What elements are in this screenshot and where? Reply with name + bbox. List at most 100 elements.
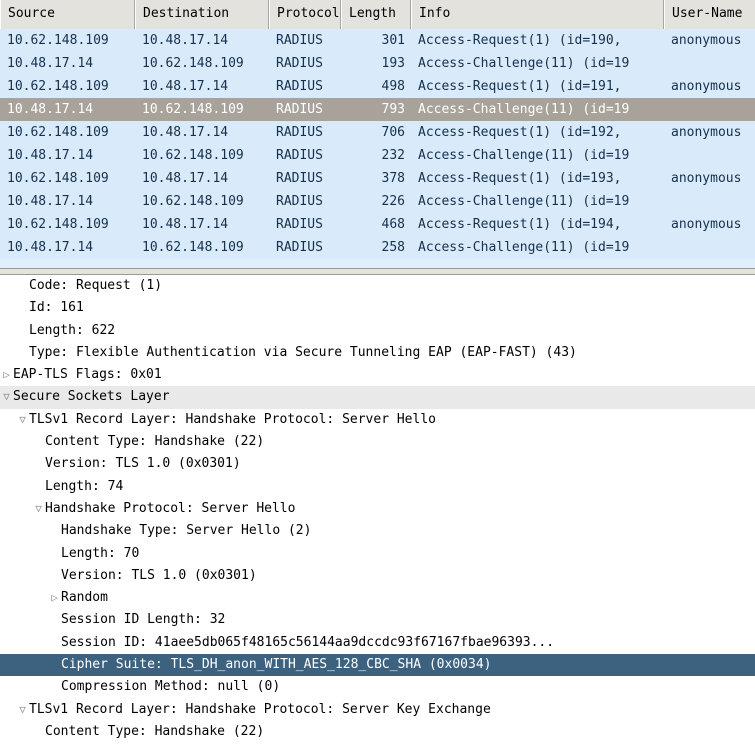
detail-tree-row[interactable]: Code: Request (1): [0, 275, 755, 297]
detail-tree-row[interactable]: Cipher Suite: TLS_DH_anon_WITH_AES_128_C…: [0, 654, 755, 677]
packet-list-pane[interactable]: Source Destination Protocol Length Info …: [0, 0, 755, 268]
detail-tree-row[interactable]: ▷ Random: [0, 587, 755, 609]
triangle-right-icon[interactable]: ▷: [48, 587, 61, 609]
packet-protocol-cell: RADIUS: [276, 240, 323, 255]
packet-user-name-cell: anonymous: [671, 217, 742, 232]
detail-tree-row[interactable]: Length: 74: [0, 476, 755, 498]
packet-list-row[interactable]: 10.48.17.14 10.62.148.109 RADIUS 193 Access-…: [0, 52, 755, 75]
triangle-down-icon[interactable]: ▽: [16, 699, 29, 721]
packet-info-cell: Access-Challenge(11) (id=19: [418, 240, 630, 255]
column-header-info[interactable]: Info: [411, 0, 664, 29]
detail-tree-row[interactable]: ▽ TLSv1 Record Layer: Handshake Protocol:…: [0, 409, 755, 431]
packet-destination-cell: 10.62.148.109: [142, 148, 244, 163]
detail-tree-row[interactable]: Version: TLS 1.0 (0x0301): [0, 565, 755, 587]
detail-tree-row-label: Content Type: Handshake (22): [45, 434, 265, 450]
triangle-right-icon[interactable]: ▷: [0, 364, 13, 386]
packet-user-name-cell: anonymous: [671, 33, 742, 48]
packet-protocol-cell: RADIUS: [276, 56, 323, 71]
packet-user-name-cell: anonymous: [671, 171, 742, 186]
detail-tree-row[interactable]: Length: 622: [0, 320, 755, 342]
packet-length-cell: 258: [381, 240, 405, 255]
packet-info-cell: Access-Challenge(11) (id=19: [418, 56, 630, 71]
detail-tree-row[interactable]: Length: 70: [0, 543, 755, 565]
packet-list-row[interactable]: 10.62.148.109 10.48.17.14 RADIUS 498 Access-…: [0, 75, 755, 98]
triangle-down-icon[interactable]: ▽: [16, 409, 29, 431]
detail-tree-row-label: TLSv1 Record Layer: Handshake Protocol: …: [29, 411, 436, 427]
column-header-destination[interactable]: Destination: [135, 0, 269, 29]
packet-length-cell: 498: [381, 79, 405, 94]
packet-destination-cell: 10.48.17.14: [142, 171, 229, 186]
detail-tree-row-label: Handshake Protocol: Server Hello: [45, 500, 296, 516]
packet-destination-cell: 10.62.148.109: [142, 56, 244, 71]
detail-tree-row[interactable]: Compression Method: null (0): [0, 676, 755, 698]
packet-source-cell: 10.62.148.109: [7, 79, 109, 94]
packet-length-cell: 301: [381, 33, 405, 48]
detail-tree-row[interactable]: Id: 161: [0, 297, 755, 319]
packet-protocol-cell: RADIUS: [276, 33, 323, 48]
column-header-length[interactable]: Length: [341, 0, 411, 29]
column-header-user-name[interactable]: User-Name: [664, 0, 755, 29]
packet-info-cell: Access-Challenge(11) (id=19: [418, 194, 630, 209]
packet-info-cell: Access-Request(1) (id=194,: [418, 217, 622, 232]
column-header-protocol[interactable]: Protocol: [269, 0, 341, 29]
detail-tree-row-label: Type: Flexible Authentication via Secure…: [29, 344, 577, 360]
packet-source-cell: 10.62.148.109: [7, 171, 109, 186]
detail-tree-row-label: Content Type: Handshake (22): [45, 723, 265, 739]
packet-length-cell: 706: [381, 125, 405, 140]
packet-protocol-cell: RADIUS: [276, 171, 323, 186]
detail-tree-rows: Code: Request (1) Id: 161 Length: 622 Ty…: [0, 275, 755, 743]
packet-source-cell: 10.48.17.14: [7, 194, 94, 209]
packet-length-cell: 468: [381, 217, 405, 232]
packet-destination-cell: 10.48.17.14: [142, 79, 229, 94]
detail-tree-row[interactable]: ▷ EAP-TLS Flags: 0x01: [0, 364, 755, 386]
packet-user-name-cell: [664, 236, 755, 259]
packet-list-row[interactable]: 10.48.17.14 10.62.148.109 RADIUS 226 Access-…: [0, 190, 755, 213]
packet-list-row[interactable]: 10.62.148.109 10.48.17.14 RADIUS 301 Access-…: [0, 29, 755, 52]
packet-source-cell: 10.62.148.109: [7, 217, 109, 232]
packet-list-row[interactable]: 10.48.17.14 10.62.148.109 RADIUS 232 Access-…: [0, 144, 755, 167]
packet-list-row[interactable]: 10.48.17.14 10.62.148.109 RADIUS 793 Access-…: [0, 98, 755, 121]
detail-tree-row[interactable]: ▽ Handshake Protocol: Server Hello: [0, 498, 755, 520]
packet-info-cell: Access-Request(1) (id=193,: [418, 171, 622, 186]
packet-info-cell: Access-Request(1) (id=190,: [418, 33, 622, 48]
detail-tree-row-label: Code: Request (1): [29, 278, 163, 293]
packet-list-column-headers: Source Destination Protocol Length Info …: [0, 0, 755, 29]
detail-tree-row-label: Version: TLS 1.0 (0x0301): [61, 567, 257, 583]
detail-tree-row[interactable]: Content Type: Handshake (22): [0, 431, 755, 453]
packet-protocol-cell: RADIUS: [276, 194, 323, 209]
detail-tree-row[interactable]: Session ID: 41aee5db065f48165c56144aa9dc…: [0, 632, 755, 654]
packet-list-row[interactable]: 10.62.148.109 10.48.17.14 RADIUS 468 Access-…: [0, 213, 755, 236]
packet-destination-cell: 10.48.17.14: [142, 217, 229, 232]
packet-list-row[interactable]: 10.62.148.109 10.48.17.14 RADIUS 706 Access-…: [0, 121, 755, 144]
detail-tree-row-label: Length: 70: [61, 545, 140, 561]
column-header-source[interactable]: Source: [0, 0, 135, 29]
detail-tree-row[interactable]: Handshake Type: Server Hello (2): [0, 520, 755, 542]
triangle-down-icon[interactable]: ▽: [0, 386, 13, 408]
detail-tree-row[interactable]: Content Type: Handshake (22): [0, 721, 755, 743]
pane-divider[interactable]: [0, 268, 755, 275]
detail-tree-row[interactable]: ▽ TLSv1 Record Layer: Handshake Protocol:…: [0, 699, 755, 721]
triangle-down-icon[interactable]: ▽: [32, 498, 45, 520]
packet-info-cell: Access-Challenge(11) (id=19: [418, 102, 630, 117]
detail-tree-row[interactable]: Type: Flexible Authentication via Secure…: [0, 342, 755, 364]
packet-source-cell: 10.48.17.14: [7, 102, 94, 117]
detail-tree-row-label: Version: TLS 1.0 (0x0301): [45, 456, 241, 472]
packet-list-row[interactable]: 10.48.17.14 10.62.148.109 RADIUS 258 Access-…: [0, 236, 755, 259]
packet-length-cell: 378: [381, 171, 405, 186]
detail-tree-row[interactable]: Session ID Length: 32: [0, 609, 755, 631]
detail-tree-row-label: Random: [61, 590, 108, 606]
detail-tree-row[interactable]: Version: TLS 1.0 (0x0301): [0, 453, 755, 475]
packet-protocol-cell: RADIUS: [276, 217, 323, 232]
packet-protocol-cell: RADIUS: [276, 102, 323, 117]
detail-tree-row[interactable]: ▽ Secure Sockets Layer: [0, 386, 755, 409]
packet-source-cell: 10.48.17.14: [7, 240, 94, 255]
packet-source-cell: 10.62.148.109: [7, 33, 109, 48]
packet-detail-pane[interactable]: Code: Request (1) Id: 161 Length: 622 Ty…: [0, 275, 755, 748]
packet-destination-cell: 10.48.17.14: [142, 125, 229, 140]
detail-tree-row-label: Handshake Type: Server Hello (2): [61, 523, 312, 539]
packet-user-name-cell: [664, 190, 755, 213]
detail-tree-row-label: TLSv1 Record Layer: Handshake Protocol: …: [29, 701, 491, 717]
packet-list-row[interactable]: 10.62.148.109 10.48.17.14 RADIUS 378 Access-…: [0, 167, 755, 190]
packet-user-name-cell: [664, 52, 755, 75]
detail-tree-row-label: Secure Sockets Layer: [13, 389, 170, 405]
